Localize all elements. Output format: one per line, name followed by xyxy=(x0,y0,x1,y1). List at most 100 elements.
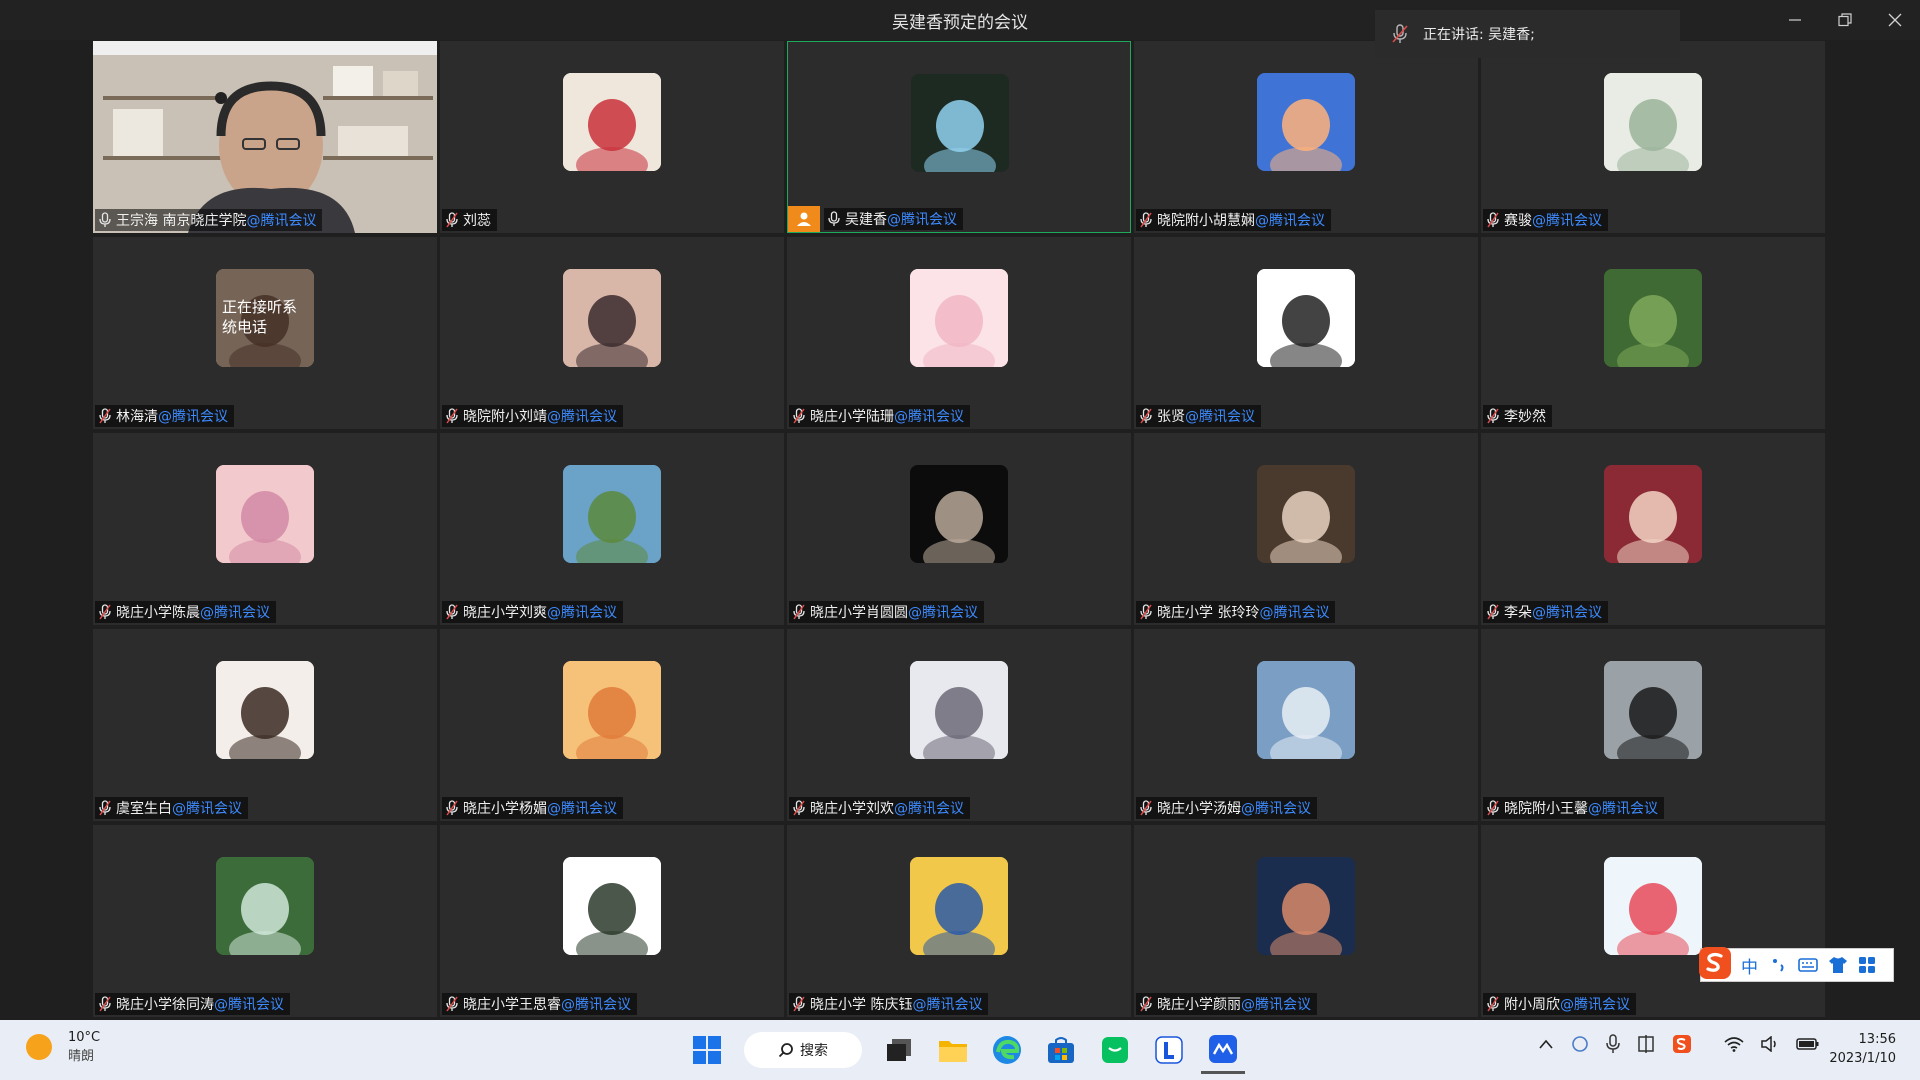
participant-tile[interactable]: 刘蕊 xyxy=(440,41,784,233)
mic-muted-icon xyxy=(446,408,458,424)
edge-browser-button[interactable] xyxy=(985,1028,1029,1072)
participant-org: @腾讯会议 xyxy=(894,409,964,425)
participant-tile[interactable]: 李朵 @腾讯会议 xyxy=(1481,433,1825,625)
show-hidden-icons-button[interactable] xyxy=(1538,1038,1554,1050)
participant-name: 赛骏 xyxy=(1504,213,1532,229)
mic-muted-icon xyxy=(793,800,805,816)
participant-name: 晓庄小学王思睿 xyxy=(463,997,561,1013)
participant-tile[interactable]: 李妙然 xyxy=(1481,237,1825,429)
participant-tile[interactable]: 正在接听系统电话 林海清 @腾讯会议 xyxy=(93,237,437,429)
taskbar-search[interactable]: 搜索 xyxy=(744,1032,862,1068)
participant-avatar xyxy=(216,857,314,955)
minimize-button[interactable] xyxy=(1772,6,1818,34)
tray-microphone-icon[interactable] xyxy=(1606,1034,1620,1054)
participant-name: 晓庄小学汤姆 xyxy=(1157,801,1241,817)
mic-muted-icon xyxy=(793,408,805,424)
file-explorer-button[interactable] xyxy=(931,1028,975,1072)
participant-tile[interactable]: 晓庄小学陈晨 @腾讯会议 xyxy=(93,433,437,625)
ime-lang-toggle[interactable]: 中 xyxy=(1741,953,1758,978)
participant-name: 晓庄小学刘欢 xyxy=(810,801,894,817)
lark-button[interactable] xyxy=(1147,1028,1191,1072)
participant-name: 晓院附小王馨 xyxy=(1504,801,1588,817)
avatar-image xyxy=(216,857,314,955)
mic-muted-icon xyxy=(1487,800,1499,816)
participant-nameplate: 晓庄小学刘爽 @腾讯会议 xyxy=(442,601,623,623)
participant-tile[interactable]: 晓庄小学刘爽 @腾讯会议 xyxy=(440,433,784,625)
task-view-button[interactable] xyxy=(877,1028,921,1072)
tray-sogou-icon[interactable] xyxy=(1672,1034,1692,1054)
tray-ime-icon[interactable] xyxy=(1636,1034,1656,1054)
weather-widget[interactable]: 10°C 晴朗 xyxy=(26,1030,100,1064)
skin-shirt-icon[interactable] xyxy=(1828,956,1848,974)
avatar-image xyxy=(1604,269,1702,367)
participant-tile[interactable]: 晓院附小王馨 @腾讯会议 xyxy=(1481,629,1825,821)
participant-tile[interactable]: 晓院附小刘靖 @腾讯会议 xyxy=(440,237,784,429)
participant-name: 张贤 xyxy=(1157,409,1185,425)
participant-nameplate: 晓庄小学 张玲玲 @腾讯会议 xyxy=(1136,601,1336,623)
avatar-image xyxy=(216,465,314,563)
avatar-image xyxy=(1604,73,1702,171)
toolbox-grid-icon[interactable] xyxy=(1858,956,1876,974)
mic-muted-icon xyxy=(99,604,111,620)
participant-tile[interactable]: 晓庄小学陆珊 @腾讯会议 xyxy=(787,237,1131,429)
tray-chat-icon[interactable] xyxy=(1570,1035,1590,1053)
participant-name: 晓庄小学陈晨 xyxy=(116,605,200,621)
participant-tile[interactable]: 附小周欣 @腾讯会议 xyxy=(1481,825,1825,1017)
mic-muted-icon xyxy=(446,996,458,1012)
participant-name: 晓庄小学杨媚 xyxy=(463,801,547,817)
wechat-button[interactable] xyxy=(1093,1028,1137,1072)
store-button[interactable] xyxy=(1039,1028,1083,1072)
participant-avatar xyxy=(910,857,1008,955)
participant-org: @腾讯会议 xyxy=(547,605,617,621)
participant-avatar xyxy=(1257,661,1355,759)
participant-tile[interactable]: 虞室生白 @腾讯会议 xyxy=(93,629,437,821)
participant-org: @腾讯会议 xyxy=(1241,997,1311,1013)
participant-avatar xyxy=(1257,857,1355,955)
speaking-label: 正在讲话: 吴建香; xyxy=(1423,27,1535,43)
edge-icon xyxy=(993,1036,1021,1064)
participant-org: @腾讯会议 xyxy=(1259,605,1330,621)
participant-tile[interactable]: 晓庄小学 张玲玲 @腾讯会议 xyxy=(1134,433,1478,625)
participant-tile[interactable]: 晓庄小学汤姆 @腾讯会议 xyxy=(1134,629,1478,821)
sun-icon xyxy=(26,1034,52,1060)
participant-avatar: 正在接听系统电话 xyxy=(216,269,314,367)
avatar-image xyxy=(1604,661,1702,759)
wifi-icon[interactable] xyxy=(1724,1036,1744,1052)
battery-icon[interactable] xyxy=(1796,1036,1820,1052)
restore-button[interactable] xyxy=(1822,6,1868,34)
punctuation-icon[interactable] xyxy=(1770,956,1788,974)
ime-toolbar[interactable]: 中 xyxy=(1699,947,1894,982)
system-tray xyxy=(1530,1034,1828,1054)
participant-tile[interactable]: 晓庄小学肖圆圆 @腾讯会议 xyxy=(787,433,1131,625)
participant-nameplate: 晓庄小学 陈庆钰 @腾讯会议 xyxy=(789,993,989,1015)
participant-name: 晓庄小学徐同涛 xyxy=(116,997,214,1013)
participant-tile[interactable]: 晓庄小学徐同涛 @腾讯会议 xyxy=(93,825,437,1017)
participant-tile[interactable]: 赛骏 @腾讯会议 xyxy=(1481,41,1825,233)
start-button[interactable] xyxy=(685,1028,729,1072)
participant-tile[interactable]: 晓庄小学颜丽 @腾讯会议 xyxy=(1134,825,1478,1017)
participant-tile[interactable]: 吴建香 @腾讯会议 xyxy=(787,41,1131,233)
avatar-image xyxy=(910,857,1008,955)
tencent-meeting-button[interactable] xyxy=(1201,1027,1245,1074)
participant-nameplate: 附小周欣 @腾讯会议 xyxy=(1483,993,1636,1015)
taskbar-clock[interactable]: 13:56 2023/1/10 xyxy=(1828,1030,1896,1068)
keyboard-icon[interactable] xyxy=(1798,957,1818,973)
participant-tile[interactable]: 晓院附小胡慧娴 @腾讯会议 xyxy=(1134,41,1478,233)
participant-nameplate: 晓庄小学刘欢 @腾讯会议 xyxy=(789,797,970,819)
participant-tile[interactable]: 晓庄小学王思睿 @腾讯会议 xyxy=(440,825,784,1017)
host-person-icon xyxy=(797,212,811,226)
task-view-icon xyxy=(887,1039,911,1061)
participant-tile[interactable]: 晓庄小学刘欢 @腾讯会议 xyxy=(787,629,1131,821)
speaker-mic-icon xyxy=(1392,24,1408,43)
participant-tile[interactable]: 晓庄小学 陈庆钰 @腾讯会议 xyxy=(787,825,1131,1017)
participant-avatar xyxy=(910,661,1008,759)
participant-tile[interactable]: 张贤 @腾讯会议 xyxy=(1134,237,1478,429)
participant-tile[interactable]: 晓庄小学杨媚 @腾讯会议 xyxy=(440,629,784,821)
participant-name: 李朵 xyxy=(1504,605,1532,621)
close-button[interactable] xyxy=(1872,6,1918,34)
weather-temp: 10°C xyxy=(68,1030,101,1045)
volume-icon[interactable] xyxy=(1760,1036,1780,1052)
participant-name: 王宗海 南京晓庄学院 xyxy=(116,213,247,229)
participant-name: 晓院附小刘靖 xyxy=(463,409,547,425)
participant-tile[interactable]: 王宗海 南京晓庄学院 @腾讯会议 xyxy=(93,41,437,233)
